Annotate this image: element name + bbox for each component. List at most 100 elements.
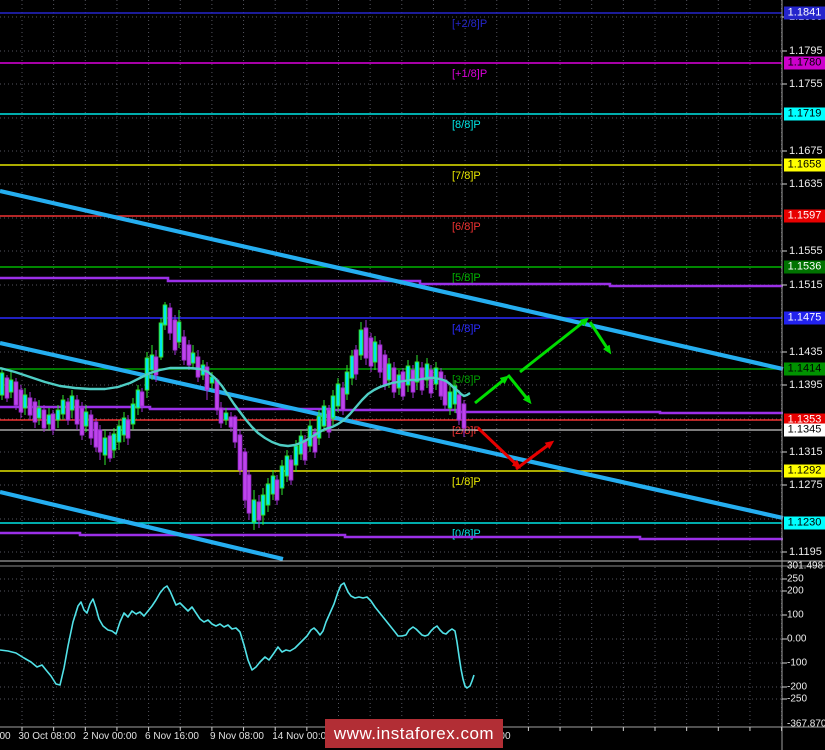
murrey-level-label: [2/8]P [452,425,481,437]
candle-body [344,371,350,395]
murrey-level-label: [4/8]P [452,323,481,335]
trend-lines [0,188,784,562]
candle-body [88,414,94,439]
candle-body [386,363,392,381]
candle-body [13,381,19,406]
candle-body [368,337,374,367]
candle-body [50,413,56,431]
candle-body [36,407,42,419]
candle-body [284,455,290,477]
candle-body [46,414,52,425]
candle-body [181,336,187,361]
candle-body [83,411,89,427]
candle-body [242,451,248,501]
candle-body [377,344,383,373]
oscillator-line [0,582,475,689]
green-projection-arrow [519,317,590,374]
candle-body [358,329,364,356]
candle-body [298,435,304,455]
candle-body [218,407,224,424]
murrey-level-label: [5/8]P [452,272,481,284]
candle-body [69,395,75,411]
candle-body [228,416,234,428]
candle-body [353,349,359,375]
candle-body [125,419,131,439]
candle-body [130,403,136,425]
red-projection-arrow [476,426,521,469]
candle-body [237,434,243,471]
candle-body [0,372,5,396]
projection-arrows [474,317,612,471]
candle-body [302,439,308,461]
candle-body [27,397,33,416]
murrey-level-label: [6/8]P [452,221,481,233]
candle-body [330,395,336,419]
candle-body [372,341,378,363]
candle-body [256,501,262,521]
candle-body [288,459,294,481]
murrey-level-label: [+2/8]P [452,18,487,30]
candle-body [8,379,14,393]
green-projection-arrow [506,374,532,405]
candle-body [135,389,141,409]
candle-body [172,319,178,351]
candle-body [176,321,182,343]
candle-body [456,394,462,421]
trading-chart-window: [+2/8]P [+1/8]P [8/8]P [7/8]P [6/8]P [5/8]P [4… [0,0,825,750]
candle-body [41,409,47,429]
candle-body [321,405,327,427]
candle-body [65,401,71,421]
candle-body [400,371,406,397]
candle-body [102,437,108,456]
candle-body [97,429,103,453]
candle-body [270,475,276,495]
candle-body [60,399,66,415]
candle-body [428,369,434,394]
candle-body [186,344,192,366]
candle-body [349,355,355,379]
candle-body [405,365,411,386]
candle-body [167,307,173,334]
candle-body [382,354,388,386]
candle-body [162,304,168,326]
candle-body [461,403,467,429]
murrey-level-label: [7/8]P [452,170,481,182]
watermark-text: www.instaforex.com [333,723,495,743]
murrey-level-label: [1/8]P [452,476,481,488]
candle-body [293,445,299,466]
candle-body [18,389,24,413]
candle-body [438,371,444,397]
candle-body [246,474,252,514]
candle-body [340,387,346,411]
candle-body [335,383,341,407]
price-chart-canvas: [+2/8]P [+1/8]P [8/8]P [7/8]P [6/8]P [5/8]P [4… [0,0,825,750]
candle-body [232,416,238,443]
candle-body [139,391,145,407]
candle-body [121,417,127,436]
oscillator [0,582,475,689]
candle-body [190,352,196,364]
candle-body [195,356,201,378]
candle-body [55,409,61,421]
candle-body [260,494,266,516]
candle-body [111,433,117,451]
candle-body [363,327,369,359]
watermark: www.instaforex.com [325,719,503,748]
candle-body [107,435,113,459]
candle-body [22,394,28,409]
candle-body [251,499,257,523]
candle-body [316,415,322,439]
candle-body [116,425,122,443]
candle-body [93,421,99,448]
candle-body [32,401,38,423]
candle-body [223,412,229,421]
pane-separator [0,560,825,567]
purple-step-line [0,531,783,541]
candle-body [214,379,220,411]
candle-body [391,367,397,393]
candle-body [74,399,80,425]
murrey-level-label: [+1/8]P [452,68,487,80]
candles [0,302,467,530]
murrey-level-label: [8/8]P [452,119,481,131]
candle-body [149,354,155,371]
